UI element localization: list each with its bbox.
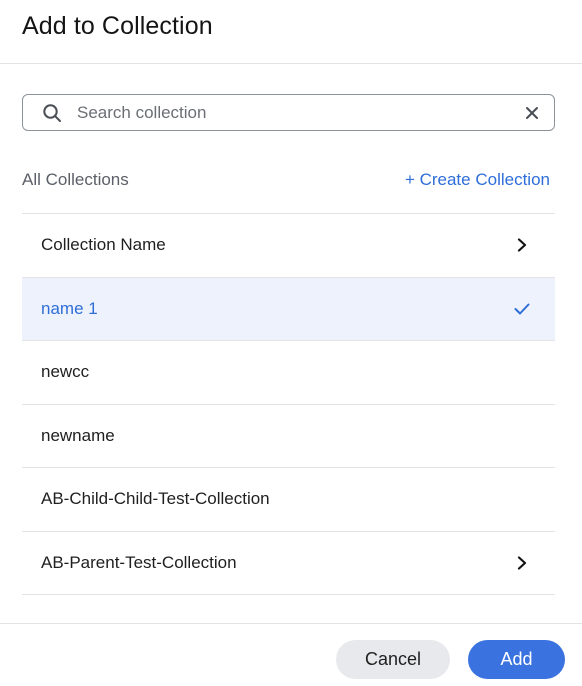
collection-row-newcc[interactable]: newcc: [22, 341, 555, 405]
add-to-collection-dialog: Add to Collection All Collections + Crea…: [0, 0, 582, 686]
collection-list: Collection Name name 1 newcc newname AB-…: [22, 213, 555, 623]
collection-name: newname: [41, 425, 115, 445]
collection-row-ab-parent-test[interactable]: AB-Parent-Test-Collection: [22, 532, 555, 595]
chevron-right-icon[interactable]: [513, 236, 531, 254]
all-collections-label: All Collections: [22, 170, 129, 189]
collections-header: All Collections + Create Collection: [22, 168, 550, 192]
search-icon: [41, 102, 63, 124]
collection-row-newname[interactable]: newname: [22, 405, 555, 468]
search-box[interactable]: [22, 94, 555, 131]
dialog-footer: Cancel Add: [0, 623, 582, 686]
collection-name: name 1: [41, 298, 98, 318]
dialog-header: Add to Collection: [0, 0, 582, 64]
collection-name: AB-Parent-Test-Collection: [41, 552, 237, 572]
collection-name: AB-Child-Child-Test-Collection: [41, 489, 270, 509]
collection-row-collection-name[interactable]: Collection Name: [22, 214, 555, 278]
add-button[interactable]: Add: [468, 640, 565, 679]
chevron-right-icon[interactable]: [513, 554, 531, 572]
check-icon: [513, 300, 531, 318]
collection-row-partial[interactable]: [22, 595, 555, 623]
dialog-title: Add to Collection: [22, 12, 213, 40]
close-icon[interactable]: [522, 103, 542, 123]
collection-name: Collection Name: [41, 235, 166, 255]
create-collection-link[interactable]: + Create Collection: [405, 170, 550, 190]
cancel-button[interactable]: Cancel: [336, 640, 450, 679]
search-input[interactable]: [77, 102, 522, 123]
collection-row-ab-child-child-test[interactable]: AB-Child-Child-Test-Collection: [22, 468, 555, 532]
collection-row-name-1[interactable]: name 1: [22, 277, 555, 341]
collection-name: newcc: [41, 362, 90, 382]
